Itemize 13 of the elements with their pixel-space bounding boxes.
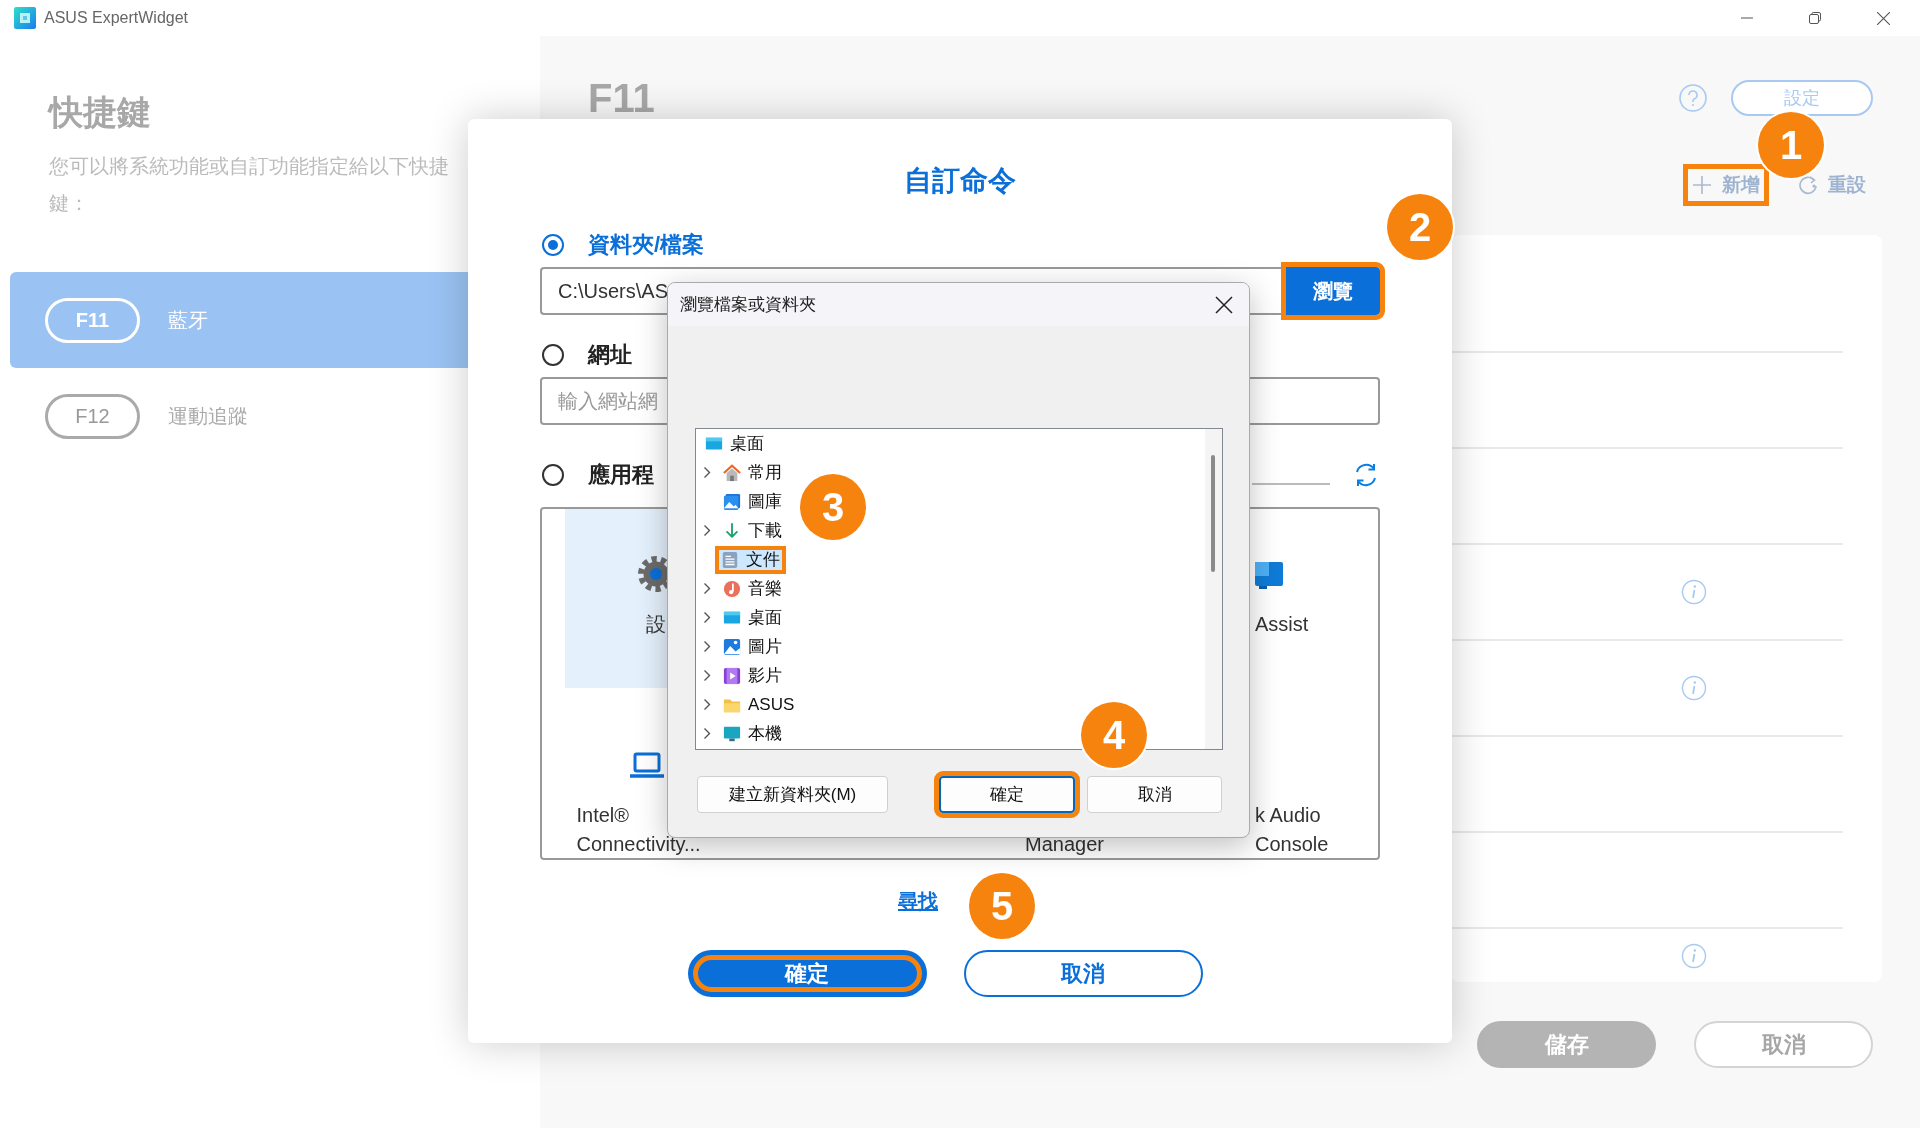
item-label: 運動追蹤 [168,403,248,429]
dialog-title: 自訂命令 [903,164,1017,198]
description-text: 您可以將系統功能或自訂功能指定給以下快捷鍵： [49,154,450,216]
page-heading: 快捷鍵 [49,92,152,132]
option-label: 資料夾/檔案 [588,231,705,259]
window-title: ASUS ExpertWidget [44,9,189,27]
option-label: 應用程 [588,461,654,489]
page-heading: F11 [588,78,655,118]
dialog-title: 瀏覽檔案或資料夾 [680,294,816,316]
key-badge: F11 [45,297,140,343]
key-badge: F12 [45,393,140,439]
option-label: 網址 [588,341,632,369]
item-label: 藍牙 [168,307,208,333]
